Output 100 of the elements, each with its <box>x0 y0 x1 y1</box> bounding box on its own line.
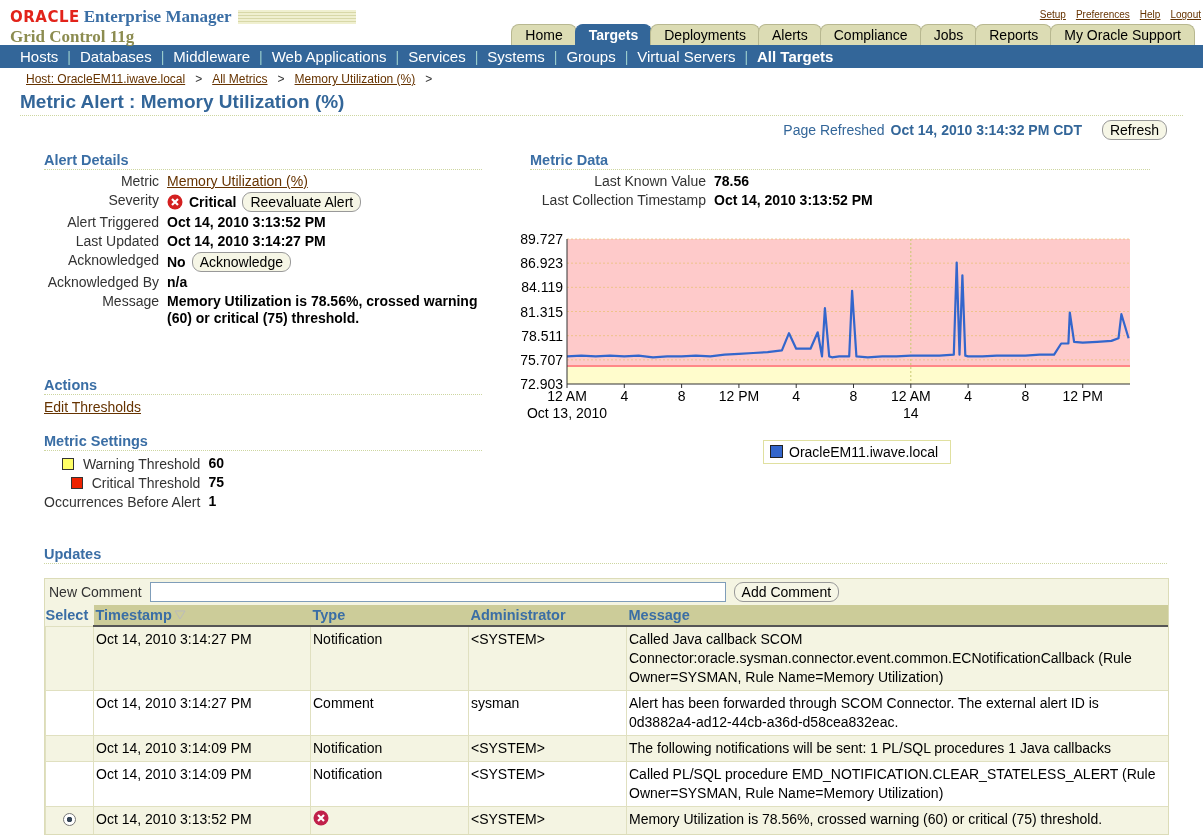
field-label: Occurrences Before Alert <box>44 493 201 510</box>
breadcrumb-separator: > <box>195 72 203 86</box>
field-value: 1 <box>208 493 218 510</box>
refresh-label: Page Refreshed <box>783 122 885 138</box>
global-link[interactable]: Logout <box>1170 9 1201 20</box>
field-label: Warning Threshold <box>82 455 201 472</box>
nav-tab[interactable]: Compliance <box>819 24 922 45</box>
oracle-logo: ORACLE <box>10 8 80 26</box>
nav-tab[interactable]: Jobs <box>919 24 978 45</box>
field-value: Critical <box>189 193 237 211</box>
field-value: n/a <box>167 274 188 291</box>
table-cell: Memory Utilization is 78.56%, crossed warning (60) or critical (75) threshold. <box>626 806 1168 834</box>
field-value: No <box>167 253 186 271</box>
separator: | <box>624 48 629 65</box>
field-label: Last Known Value <box>593 173 706 190</box>
x-tick-label: 8 <box>849 388 858 404</box>
separator: | <box>160 48 165 65</box>
field-label: Severity <box>107 192 159 210</box>
comment-input[interactable] <box>149 582 726 602</box>
separator: | <box>553 48 558 65</box>
global-link[interactable]: Help <box>1139 9 1161 20</box>
x-tick-label: 12 PM <box>718 388 760 404</box>
field-value: 60 <box>208 455 225 472</box>
add-comment-button[interactable]: Add Comment <box>733 582 840 602</box>
critical-icon <box>167 194 183 210</box>
separator: | <box>67 48 71 65</box>
field-value: Oct 14, 2010 3:13:52 PM <box>167 214 326 231</box>
y-tick-label: 75.707 <box>520 351 563 368</box>
y-tick-label: 86.923 <box>520 255 563 272</box>
field-value: Oct 14, 2010 3:14:27 PM <box>167 233 326 250</box>
x-tick-label: 8 <box>677 388 686 404</box>
field-label: Last Collection Timestamp <box>540 192 706 209</box>
breadcrumb-separator: > <box>277 72 285 86</box>
nav-tab[interactable]: Deployments <box>650 24 760 45</box>
section-heading: Metric Settings <box>44 433 482 451</box>
subnav-link[interactable]: Services <box>408 48 466 65</box>
metric-link[interactable]: Memory Utilization (%) <box>167 173 308 190</box>
field-label: New Comment <box>49 584 142 600</box>
field-value: 75 <box>208 474 225 491</box>
subnav-link[interactable]: Systems <box>487 48 545 65</box>
column-header[interactable]: Select <box>45 605 94 626</box>
legend-label: OracleEM11.iwave.local <box>789 443 939 460</box>
critical-icon <box>313 810 329 826</box>
section-heading: Actions <box>44 377 482 395</box>
x-tick-label: 4 <box>792 388 801 404</box>
separator: | <box>395 48 400 65</box>
refresh-time: Oct 14, 2010 3:14:32 PM CDT <box>890 122 1082 138</box>
y-tick-label: 89.727 <box>520 231 563 247</box>
subnav-link[interactable]: Virtual Servers <box>637 48 736 65</box>
x-tick-label: 12 PM <box>1062 388 1103 404</box>
breadcrumb-link[interactable]: All Metrics <box>212 72 268 86</box>
field-label: Message <box>101 293 159 311</box>
subnav-link[interactable]: All Targets <box>757 48 834 65</box>
section-heading: Metric Data <box>530 152 1150 170</box>
field-value: Oct 14, 2010 3:13:52 PM <box>714 192 874 209</box>
page-title: Metric Alert : Memory Utilization (%) <box>20 91 1183 116</box>
breadcrumb-link[interactable]: Host: OracleEM11.iwave.local <box>26 72 186 86</box>
subnav-link[interactable]: Middleware <box>173 48 251 65</box>
edit-thresholds-link[interactable]: Edit Thresholds <box>44 399 141 415</box>
subnav-link[interactable]: Groups <box>566 48 616 65</box>
x-tick-label: 8 <box>1021 388 1030 404</box>
separator: | <box>474 48 479 65</box>
global-link[interactable]: Preferences <box>1075 9 1130 20</box>
breadcrumb-link[interactable]: Memory Utilization (%) <box>294 72 416 86</box>
subnav-link[interactable]: Web Applications <box>271 48 387 65</box>
field-label: Acknowledged <box>66 252 159 270</box>
refresh-button[interactable]: Refresh <box>1101 120 1167 140</box>
breadcrumb-separator: > <box>425 72 433 86</box>
global-link[interactable]: Setup <box>1039 9 1066 20</box>
x-tick-label: 4 <box>620 388 629 404</box>
nav-tab[interactable]: Reports <box>975 24 1053 45</box>
table-cell: Oct 14, 2010 3:13:52 PM <box>93 806 311 834</box>
x-tick-label: 4 <box>964 388 972 404</box>
field-label: Alert Triggered <box>66 214 159 231</box>
field-value: 78.56 <box>714 173 751 190</box>
separator: | <box>259 48 263 65</box>
product-edition: Grid Control 11g <box>10 27 136 47</box>
row-radio[interactable] <box>63 813 76 826</box>
nav-tab[interactable]: My Oracle Support <box>1050 24 1195 45</box>
y-tick-label: 84.119 <box>521 279 563 296</box>
nav-tab[interactable]: Alerts <box>757 24 822 45</box>
section-heading: Updates <box>44 546 1167 564</box>
separator: | <box>744 48 749 65</box>
y-tick-label: 78.511 <box>521 327 563 344</box>
x-tick-label: 12 AM 14 <box>890 388 931 421</box>
product-name: Enterprise Manager <box>83 7 232 27</box>
field-label: Last Updated <box>74 233 159 250</box>
subnav-link[interactable]: Hosts <box>20 48 59 65</box>
y-tick-label: 81.315 <box>520 303 563 320</box>
nav-tab[interactable]: Targets <box>574 24 653 45</box>
field-label: Metric <box>119 173 159 190</box>
field-label: Acknowledged By <box>46 274 159 291</box>
subnav-link[interactable]: Databases <box>80 48 152 65</box>
field-label: Critical Threshold <box>91 474 201 491</box>
action-button[interactable]: Acknowledge <box>191 252 291 272</box>
section-heading: Alert Details <box>44 152 482 170</box>
field-value: Memory Utilization is 78.56%, crossed warning (60) or critical (75) threshold. <box>167 293 479 327</box>
table-cell: <SYSTEM> <box>468 806 627 834</box>
action-button[interactable]: Reevaluate Alert <box>242 192 362 212</box>
nav-tab[interactable]: Home <box>511 24 577 45</box>
